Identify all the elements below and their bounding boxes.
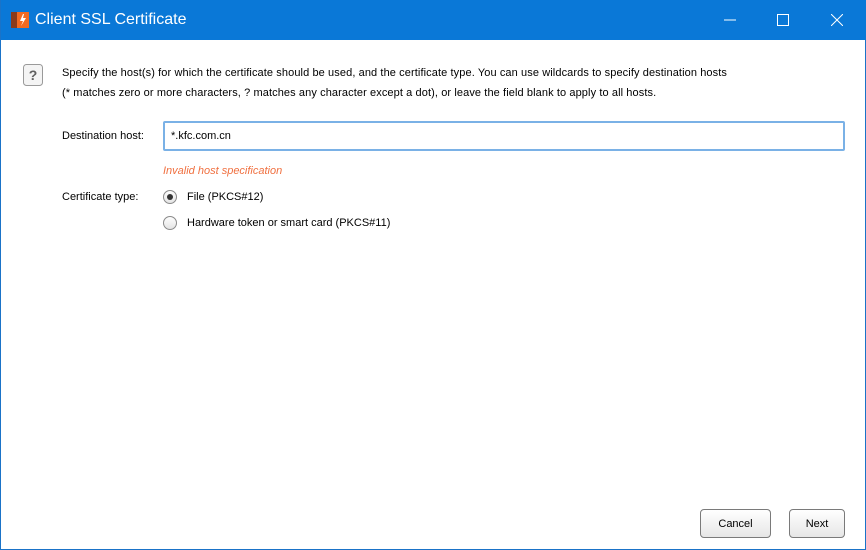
svg-text:?: ? [29,67,38,83]
instruction-line-1: Specify the host(s) for which the certif… [62,67,727,79]
close-button[interactable] [814,0,860,40]
next-button[interactable]: Next [789,509,845,538]
radio-option-file[interactable]: File (PKCS#12) [163,188,263,206]
dialog-window: Client SSL Certificate ? Specify the hos… [0,0,866,550]
title-bar[interactable]: Client SSL Certificate [1,0,866,40]
validation-error: Invalid host specification [163,165,283,177]
radio-label-hardware-token: Hardware token or smart card (PKCS#11) [187,217,391,229]
minimize-button[interactable] [707,0,753,40]
radio-button-unchecked[interactable] [163,216,177,230]
destination-host-input[interactable] [163,121,845,151]
destination-host-label: Destination host: [62,130,144,142]
app-logo-icon [11,12,29,28]
minimize-icon [724,19,736,21]
radio-label-file: File (PKCS#12) [187,191,264,203]
certificate-type-label: Certificate type: [62,191,139,203]
cancel-button[interactable]: Cancel [700,509,771,538]
maximize-icon [777,14,789,26]
instruction-line-2: (* matches zero or more characters, ? ma… [62,87,657,99]
maximize-button[interactable] [760,0,806,40]
window-title: Client SSL Certificate [35,11,187,28]
question-icon: ? [23,64,43,86]
close-icon [831,14,843,26]
instruction-text: Specify the host(s) for which the certif… [62,63,852,103]
radio-option-hardware-token[interactable]: Hardware token or smart card (PKCS#11) [163,214,390,232]
radio-button-checked[interactable] [163,190,177,204]
